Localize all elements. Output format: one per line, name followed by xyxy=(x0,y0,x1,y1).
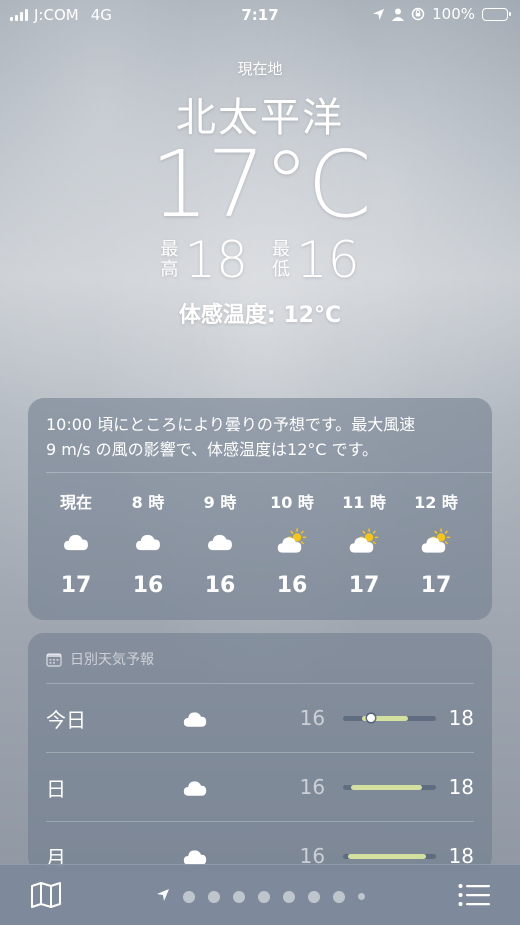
person-icon xyxy=(392,8,405,21)
cloud-icon xyxy=(40,521,112,561)
summary-line-2: 9 m/s の風の影響で、体感温度は12°C です。 xyxy=(46,440,379,459)
daily-header-label: 日別天気予報 xyxy=(70,652,154,668)
hour-label: 9 時 xyxy=(203,493,237,512)
hour-label: 現在 xyxy=(59,493,92,512)
daily-forecast-card[interactable]: 日別天気予報 今日 16 18 日 16 18 月 16 18 xyxy=(28,633,492,873)
daily-row[interactable]: 日 16 18 xyxy=(28,753,492,821)
current-temperature: 17°C xyxy=(150,131,371,238)
low-temperature: 16 xyxy=(296,231,360,289)
hour-item: 現在 17 xyxy=(40,489,112,598)
hour-temperature: 17 xyxy=(60,573,92,598)
high-temperature: 18 xyxy=(184,231,248,289)
feels-like: 体感温度: 12°C xyxy=(178,303,342,328)
high-low: 最高 18 最低 16 xyxy=(0,235,520,285)
orientation-lock-icon xyxy=(411,7,425,21)
location-label: 現在地 xyxy=(237,60,283,78)
day-label: 日 xyxy=(46,776,66,801)
hourly-list[interactable]: 現在 17 8 時 16 9 時 16 10 時 16 11 時 17 12 時 17 xyxy=(28,473,492,598)
temperature-range-fill xyxy=(350,784,422,790)
page-dot[interactable] xyxy=(182,890,195,903)
hour-temperature: 17 xyxy=(420,573,452,598)
hour-item: 9 時 16 xyxy=(184,489,256,598)
cloud-icon xyxy=(184,521,256,561)
hour-label: 10 時 xyxy=(270,493,314,512)
hourly-forecast-card[interactable]: 10:00 頃にところにより曇りの予想です。最大風速 9 m/s の風の影響で、… xyxy=(28,398,492,620)
hour-item: 8 時 16 xyxy=(112,489,184,598)
current-temperature-dot xyxy=(366,714,375,722)
temperature-range-bar xyxy=(343,784,436,790)
partly-cloudy-icon xyxy=(400,521,472,561)
low-temperature: 16 xyxy=(299,775,326,799)
cloud-icon xyxy=(112,521,184,561)
day-label: 今日 xyxy=(46,707,86,732)
daily-row[interactable]: 今日 16 18 xyxy=(28,684,492,752)
hour-label: 8 時 xyxy=(131,493,165,512)
high-temperature: 18 xyxy=(448,775,475,799)
status-bar: J:COM 4G 7:17 100% xyxy=(0,0,520,32)
page-indicator[interactable] xyxy=(0,887,520,906)
low-label: 最低 xyxy=(272,239,290,280)
low-temperature: 16 xyxy=(299,706,326,730)
hour-item: 12 時 17 xyxy=(400,489,472,598)
location-arrow-icon xyxy=(156,887,170,906)
page-dot[interactable] xyxy=(207,890,220,903)
high-temperature: 18 xyxy=(448,706,475,730)
hour-temperature: 16 xyxy=(132,573,164,598)
page-dot[interactable] xyxy=(307,890,320,903)
temperature-range-fill xyxy=(347,853,427,859)
hour-label: 12 時 xyxy=(414,493,458,512)
forecast-summary: 10:00 頃にところにより曇りの予想です。最大風速 9 m/s の風の影響で、… xyxy=(28,398,492,462)
page-dot[interactable] xyxy=(357,893,365,900)
temperature-range-bar xyxy=(343,714,436,722)
partly-cloudy-icon xyxy=(256,521,328,561)
bottom-toolbar xyxy=(0,864,520,925)
list-icon[interactable] xyxy=(458,883,490,907)
page-dot[interactable] xyxy=(232,890,245,903)
daily-list[interactable]: 今日 16 18 日 16 18 月 16 18 xyxy=(28,684,492,873)
page-dot[interactable] xyxy=(332,890,345,903)
location-arrow-icon xyxy=(373,8,385,20)
hour-temperature: 16 xyxy=(276,573,308,598)
high-label: 最高 xyxy=(160,239,179,280)
hour-label: 11 時 xyxy=(342,493,386,512)
hour-temperature: 17 xyxy=(348,573,380,598)
cloud-icon xyxy=(162,706,229,730)
battery-percent: 100% xyxy=(432,5,475,23)
partly-cloudy-icon xyxy=(328,521,400,561)
summary-line-1: 10:00 頃にところにより曇りの予想です。最大風速 xyxy=(46,415,416,434)
hour-item: 11 時 17 xyxy=(328,489,400,598)
current-conditions: 現在地 北太平洋 17°C 最高 18 最低 16 体感温度: 12°C xyxy=(0,58,520,329)
page-dot[interactable] xyxy=(257,890,270,903)
cloud-icon xyxy=(162,775,229,799)
daily-header: 日別天気予報 xyxy=(28,633,492,669)
page-dot[interactable] xyxy=(282,890,295,903)
hour-item: 10 時 16 xyxy=(256,489,328,598)
hour-temperature: 16 xyxy=(204,573,236,598)
temperature-range-bar xyxy=(343,853,436,859)
battery-icon xyxy=(482,7,511,21)
calendar-icon xyxy=(46,652,62,667)
